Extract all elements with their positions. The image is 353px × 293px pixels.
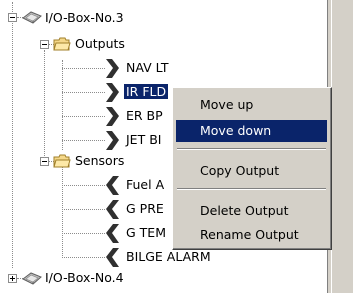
tree-item-output[interactable]: NAV LT xyxy=(0,56,200,80)
tree-label: I/O-Box-No.4 xyxy=(45,270,124,285)
collapse-icon[interactable] xyxy=(40,40,49,49)
menu-separator xyxy=(177,188,326,190)
folder-icon xyxy=(53,154,71,168)
tree-label: Outputs xyxy=(75,36,125,51)
tree-label: BILGE ALARM xyxy=(126,249,211,264)
tree-item-sensor[interactable]: Fuel A xyxy=(0,173,200,197)
io-box-icon xyxy=(22,11,42,24)
output-icon xyxy=(106,83,119,102)
output-icon xyxy=(106,131,119,150)
tree-item-sensor[interactable]: G PRE xyxy=(0,197,200,221)
sensor-icon xyxy=(106,200,119,219)
tree-label-selected: IR FLD xyxy=(124,84,169,99)
output-icon xyxy=(106,107,119,126)
tree-node-outputs[interactable]: Outputs xyxy=(0,32,200,56)
menu-item-copy-output[interactable]: Copy Output xyxy=(176,160,327,182)
sensor-icon xyxy=(106,176,119,195)
tree-item-output[interactable]: ER BP xyxy=(0,104,200,128)
folder-icon xyxy=(53,37,71,51)
sensor-icon xyxy=(106,248,119,267)
menu-item-move-up[interactable]: Move up xyxy=(176,94,327,116)
menu-item-delete-output[interactable]: Delete Output xyxy=(176,200,327,222)
tree-node-sensors[interactable]: Sensors xyxy=(0,149,200,173)
menu-item-rename-output[interactable]: Rename Output xyxy=(176,224,327,246)
tree-node-box3[interactable]: I/O-Box-No.3 xyxy=(0,6,200,30)
tree-node-box4[interactable]: I/O-Box-No.4 xyxy=(0,266,200,290)
right-pane xyxy=(331,0,353,293)
context-menu: Move up Move down Copy Output Delete Out… xyxy=(172,87,332,250)
tree-label: G TEM xyxy=(126,225,166,240)
tree-label: I/O-Box-No.3 xyxy=(45,10,124,25)
collapse-icon[interactable] xyxy=(8,13,17,22)
tree-label: Sensors xyxy=(75,153,125,168)
tree-label: ER BP xyxy=(126,108,163,123)
tree-label: Fuel A xyxy=(126,177,165,192)
tree-item-sensor[interactable]: G TEM xyxy=(0,221,200,245)
menu-separator xyxy=(177,148,326,150)
tree-label: G PRE xyxy=(126,201,164,216)
sensor-icon xyxy=(106,224,119,243)
menu-item-move-down[interactable]: Move down xyxy=(176,120,327,142)
output-icon xyxy=(106,59,119,78)
expand-icon[interactable] xyxy=(8,274,17,283)
tree-label: NAV LT xyxy=(126,60,169,75)
io-box-icon xyxy=(22,272,42,285)
tree-label: JET BI xyxy=(126,132,162,147)
collapse-icon[interactable] xyxy=(40,157,49,166)
tree-item-output[interactable]: IR FLD xyxy=(0,80,200,104)
